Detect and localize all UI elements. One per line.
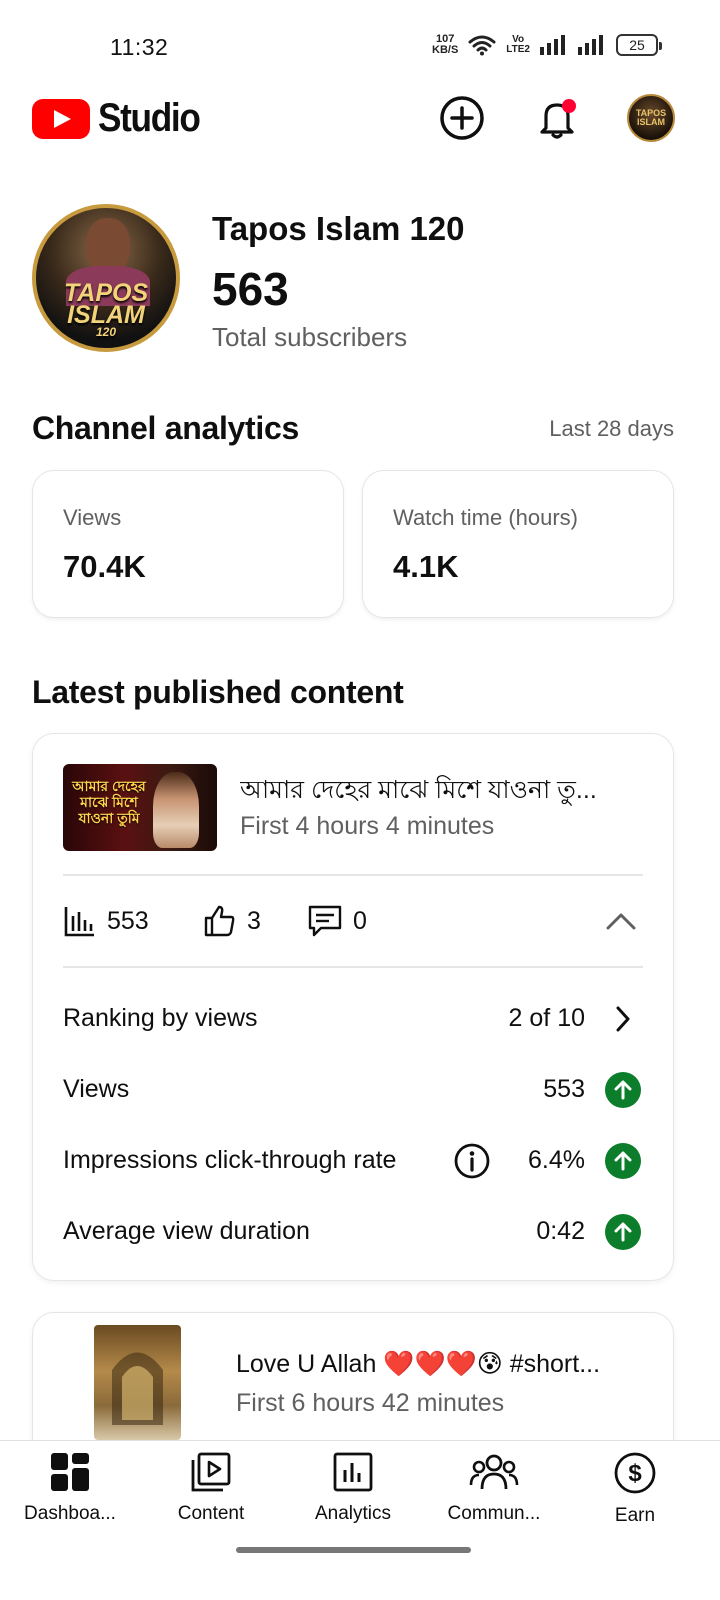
youtube-studio-logo: Studio [32,96,213,141]
views-count: 553 [107,906,149,935]
comments-metric: 0 [307,904,367,938]
row-value: 2 of 10 [508,1004,585,1032]
analytics-period: Last 28 days [549,416,674,441]
nav-content[interactable]: Content [141,1451,281,1525]
avg-duration-row: Average view duration 0:42 [33,1209,673,1255]
notification-dot [562,99,576,113]
notifications-button[interactable] [533,94,581,142]
video-subtitle-2: First 6 hours 42 minutes [236,1389,505,1417]
mosque-arch-icon [112,1352,163,1425]
thumbnail-figure [153,772,199,848]
status-icons: 107 KB/S Vo LTE2 25 [432,34,662,56]
avatar-brand-line3: 120 [95,325,117,339]
latest-video-card: আমার দেহের মাঝে মিশে যাওনা তুমি আমার দেহ… [32,733,674,1281]
row-value: 6.4% [528,1146,585,1174]
stat-label: Views [63,505,122,530]
earn-dollar-icon: $ [614,1452,656,1494]
content-icon [191,1452,231,1492]
nav-dashboard[interactable]: Dashboa... [0,1451,140,1525]
video-thumbnail[interactable]: আমার দেহের মাঝে মিশে যাওনা তুমি [63,764,217,851]
row-value: 553 [543,1075,585,1103]
likes-count: 3 [247,906,261,935]
volte-bottom: LTE2 [506,44,530,55]
row-label: Average view duration [63,1217,310,1245]
svg-text:$: $ [628,1460,642,1487]
divider [63,874,643,876]
logo-text: Studio [98,96,201,140]
analytics-title: Channel analytics [32,410,299,446]
views-metric: 553 [63,904,149,938]
stat-label: Watch time (hours) [393,505,579,530]
dashboard-icon [51,1453,89,1491]
community-icon [469,1454,519,1490]
subscriber-label: Total subscribers [212,322,408,352]
wifi-icon [468,35,496,56]
nav-community[interactable]: Commun... [424,1451,564,1525]
nav-label: Analytics [314,1503,392,1524]
comment-icon [308,905,342,937]
battery-icon: 25 [616,34,662,56]
create-button[interactable] [438,94,486,142]
thumbnail-text: আমার দেহের মাঝে মিশে যাওনা তুমি [72,778,146,826]
chevron-right-icon [616,1006,630,1032]
nav-analytics[interactable]: Analytics [283,1451,423,1525]
divider [63,966,643,968]
signal-icon-1 [540,35,565,55]
watch-time-card[interactable]: Watch time (hours) 4.1K [362,470,674,618]
account-avatar[interactable]: TAPOS ISLAM [627,94,675,142]
volte-indicator: Vo LTE2 [506,35,530,55]
nav-label: Dashboa... [24,1503,116,1524]
create-icon [440,96,484,140]
battery-level: 25 [629,37,645,53]
trend-up-icon [605,1072,641,1108]
channel-name: Tapos Islam 120 [212,210,465,247]
stat-value: 70.4K [63,549,146,584]
chevron-up-icon [606,913,636,930]
home-gesture-bar[interactable] [236,1547,471,1553]
bottom-navigation: Dashboa... Content Analytics Commun... $… [0,1440,720,1600]
avatar-small-text: TAPOS ISLAM [635,108,667,127]
nav-label: Content [177,1503,245,1524]
video-title[interactable]: আমার দেহের মাঝে মিশে যাওনা তু... [240,770,640,813]
nav-earn[interactable]: $ Earn [565,1451,705,1527]
stat-value: 4.1K [393,549,459,584]
thumbs-up-icon [204,905,235,937]
collapse-button[interactable] [601,906,641,936]
notifications-icon [540,99,576,139]
subscriber-count: 563 [212,263,289,315]
nav-label: Earn [614,1505,656,1526]
row-label: Impressions click-through rate [63,1146,397,1174]
views-row: Views 553 [33,1067,673,1113]
latest-content-title: Latest published content [32,674,404,710]
likes-metric: 3 [203,904,261,938]
avatar-brand: TAPOS ISLAM 120 [36,281,176,339]
info-icon[interactable] [453,1142,491,1180]
status-time: 11:32 [110,34,169,60]
analytics-icon [333,1452,373,1492]
video-title-2[interactable]: Love U Allah ❤️❤️❤️😰 #short... [236,1349,638,1379]
trend-up-icon [605,1143,641,1179]
network-speed-unit: KB/S [432,44,459,56]
video-thumbnail-2[interactable] [94,1325,181,1440]
ctr-row: Impressions click-through rate 6.4% [33,1138,673,1184]
row-label: Views [63,1075,130,1103]
signal-icon-2 [578,35,603,55]
bar-chart-icon [64,907,94,937]
trend-up-icon [605,1214,641,1250]
ranking-row[interactable]: Ranking by views 2 of 10 [33,996,673,1042]
row-value: 0:42 [536,1217,585,1245]
video-subtitle: First 4 hours 4 minutes [240,812,495,840]
channel-avatar[interactable]: TAPOS ISLAM 120 [32,204,180,352]
nav-label: Commun... [447,1503,541,1524]
comments-count: 0 [353,906,367,935]
youtube-play-icon [32,98,90,139]
row-label: Ranking by views [63,1004,258,1032]
network-speed: 107 KB/S [432,34,458,56]
views-card[interactable]: Views 70.4K [32,470,344,618]
